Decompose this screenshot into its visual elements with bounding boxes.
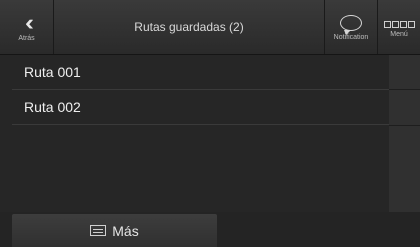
back-label: Atrás — [18, 35, 35, 42]
bottom-bar: Más — [0, 212, 420, 247]
back-button[interactable]: ‹‹ Atrás — [0, 0, 54, 54]
scrollbar[interactable] — [389, 55, 420, 212]
double-chevron-left-icon: ‹‹ — [25, 10, 33, 35]
more-label: Más — [112, 222, 139, 239]
more-button[interactable]: Más — [12, 214, 217, 247]
list-item[interactable]: Ruta 002 — [12, 90, 389, 125]
speech-bubble-icon — [340, 15, 362, 35]
page-title: Rutas guardadas (2) — [134, 20, 244, 34]
scrollbar-divider — [389, 89, 420, 90]
saved-routes-list: Ruta 001 Ruta 002 — [12, 55, 389, 212]
scrollbar-divider — [389, 125, 420, 126]
header-bar: ‹‹ Atrás Rutas guardadas (2) Notificatio… — [0, 0, 420, 55]
menu-button[interactable]: Menú — [378, 0, 420, 54]
menu-grid-icon — [383, 20, 415, 28]
list-item[interactable]: Ruta 001 — [12, 55, 389, 90]
notification-label: Notification — [333, 34, 369, 41]
list-icon — [90, 225, 107, 236]
menu-label: Menú — [390, 30, 408, 38]
app-frame: ‹‹ Atrás Rutas guardadas (2) Notificatio… — [0, 0, 420, 247]
notification-button[interactable]: Notification — [324, 0, 378, 54]
